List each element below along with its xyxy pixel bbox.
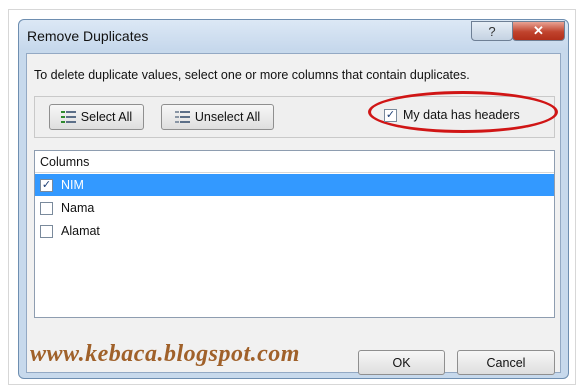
- headers-checkbox-row[interactable]: ✓ My data has headers: [384, 108, 520, 122]
- columns-listbox[interactable]: Columns ✓ NIM Nama Alamat: [34, 150, 555, 318]
- column-item-nim[interactable]: ✓ NIM: [35, 174, 554, 196]
- cancel-label: Cancel: [486, 355, 526, 370]
- instructions-text: To delete duplicate values, select one o…: [34, 68, 470, 82]
- column-checkbox-nim[interactable]: ✓: [40, 178, 53, 192]
- close-button[interactable]: ✕: [512, 21, 565, 41]
- unselect-all-button[interactable]: Unselect All: [161, 104, 274, 130]
- unselect-all-icon: [174, 110, 191, 124]
- column-label-alamat: Alamat: [61, 224, 100, 238]
- columns-header: Columns: [35, 151, 554, 173]
- column-label-nama: Nama: [61, 201, 95, 215]
- column-checkbox-nama[interactable]: [40, 201, 53, 215]
- ok-button[interactable]: OK: [358, 350, 445, 375]
- select-all-button[interactable]: Select All: [49, 104, 144, 130]
- ok-label: OK: [392, 355, 411, 370]
- column-item-alamat[interactable]: Alamat: [35, 220, 554, 242]
- column-label-nim: NIM: [61, 178, 84, 192]
- unselect-all-label: Unselect All: [194, 110, 261, 124]
- remove-duplicates-dialog: Remove Duplicates ? ✕ To delete duplicat…: [18, 19, 569, 379]
- watermark-text: www.kebaca.blogspot.com: [30, 341, 300, 367]
- close-icon: ✕: [533, 23, 544, 38]
- select-all-icon: [60, 110, 77, 124]
- cancel-button[interactable]: Cancel: [457, 350, 555, 375]
- headers-checkbox-label[interactable]: My data has headers: [403, 108, 520, 122]
- column-checkbox-alamat[interactable]: [40, 224, 53, 238]
- select-all-label: Select All: [80, 110, 133, 124]
- dialog-content: To delete duplicate values, select one o…: [26, 53, 561, 375]
- selection-toolbar: Select All Unselect All ✓ My data has he…: [34, 91, 558, 138]
- title-bar: Remove Duplicates ? ✕: [19, 20, 568, 50]
- dialog-title: Remove Duplicates: [27, 28, 149, 44]
- help-icon: ?: [488, 23, 496, 39]
- column-item-nama[interactable]: Nama: [35, 197, 554, 219]
- headers-checkbox[interactable]: ✓: [384, 108, 397, 122]
- help-button[interactable]: ?: [471, 21, 513, 41]
